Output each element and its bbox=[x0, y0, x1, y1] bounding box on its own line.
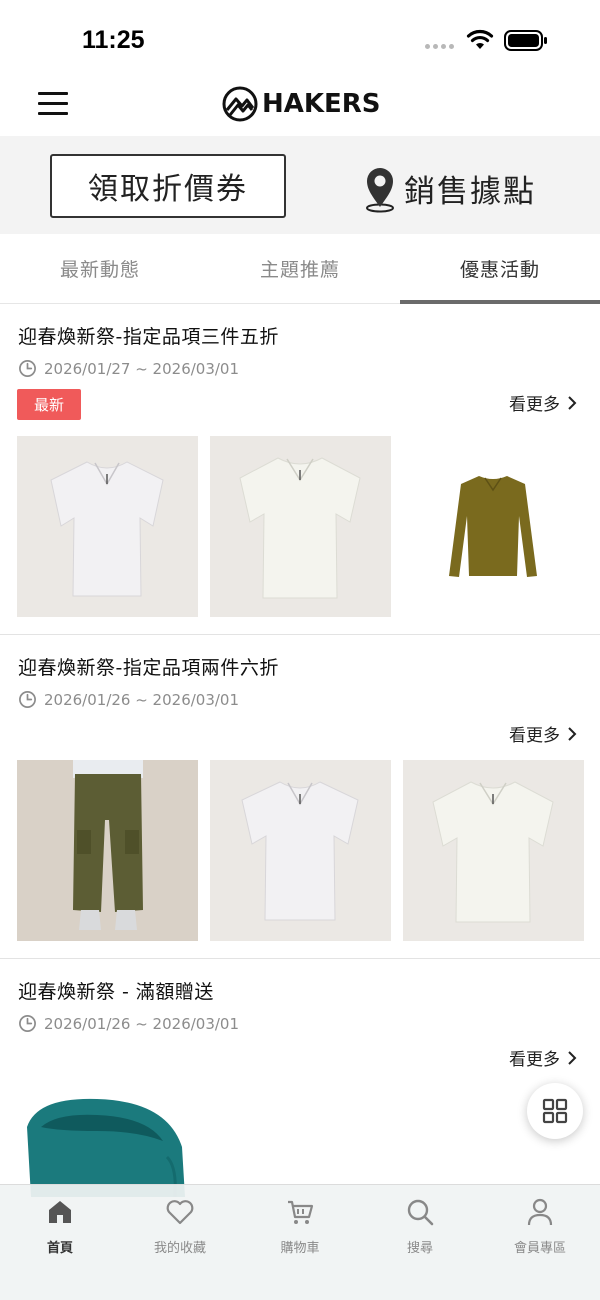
tab-latest-news[interactable]: 最新動態 bbox=[0, 234, 200, 303]
see-more-link[interactable]: 看更多 bbox=[509, 721, 578, 746]
see-more-link[interactable]: 看更多 bbox=[509, 390, 578, 415]
longsleeve-shirt-image bbox=[449, 476, 537, 577]
promotion-date-range: 2026/01/27 ~ 2026/03/01 bbox=[44, 359, 240, 378]
clock-icon bbox=[19, 360, 36, 377]
nav-search-label: 搜尋 bbox=[406, 1241, 433, 1256]
bottom-navigation: 首頁 我的收藏 購物車 搜尋 會員專區 bbox=[0, 1184, 600, 1300]
nav-cart-label: 購物車 bbox=[280, 1241, 320, 1256]
promotion-date: 2026/01/26 ~ 2026/03/01 bbox=[18, 1014, 239, 1033]
tshirt-image bbox=[50, 461, 164, 597]
grid-view-button[interactable] bbox=[527, 1083, 583, 1139]
product-olive-henley[interactable] bbox=[403, 436, 584, 617]
see-more-label: 看更多 bbox=[509, 395, 560, 415]
brand-name: HAKERS bbox=[262, 89, 381, 119]
nav-favorites[interactable]: 我的收藏 bbox=[120, 1185, 240, 1300]
see-more-label: 看更多 bbox=[509, 726, 560, 746]
chevron-right-icon bbox=[568, 1050, 577, 1065]
clock-icon bbox=[19, 691, 36, 708]
promotion-date: 2026/01/26 ~ 2026/03/01 bbox=[18, 690, 239, 709]
promotion-card[interactable]: 迎春煥新祭-指定品項三件五折 2026/01/27 ~ 2026/03/01 最… bbox=[0, 304, 600, 635]
promotion-date-range: 2026/01/26 ~ 2026/03/01 bbox=[44, 1014, 240, 1033]
new-badge: 最新 bbox=[17, 389, 81, 420]
see-more-label: 看更多 bbox=[509, 1050, 560, 1070]
signal-icon bbox=[425, 44, 454, 49]
neck-gaiter-image bbox=[27, 1098, 185, 1197]
nav-member[interactable]: 會員專區 bbox=[480, 1185, 600, 1300]
product-row bbox=[17, 1087, 198, 1197]
chevron-right-icon bbox=[568, 726, 577, 741]
location-pin-icon bbox=[366, 168, 394, 213]
promotion-date: 2026/01/27 ~ 2026/03/01 bbox=[18, 359, 239, 378]
store-locator-label: 銷售據點 bbox=[404, 173, 536, 210]
nav-search[interactable]: 搜尋 bbox=[360, 1185, 480, 1300]
nav-cart[interactable]: 購物車 bbox=[240, 1185, 360, 1300]
nav-favorites-label: 我的收藏 bbox=[153, 1241, 206, 1256]
nav-member-label: 會員專區 bbox=[513, 1241, 566, 1256]
tshirt-image bbox=[432, 781, 554, 923]
chevron-right-icon bbox=[568, 395, 577, 410]
hamburger-menu-icon[interactable] bbox=[38, 92, 68, 118]
product-white-zip-tee[interactable] bbox=[17, 436, 198, 617]
get-coupon-button[interactable]: 領取折價券 bbox=[50, 154, 286, 218]
product-ivory-zip-tee[interactable] bbox=[403, 760, 584, 941]
promotion-title: 迎春煥新祭 - 滿額贈送 bbox=[18, 981, 214, 1003]
cart-icon bbox=[288, 1200, 314, 1224]
see-more-link[interactable]: 看更多 bbox=[509, 1045, 578, 1070]
promotion-date-range: 2026/01/26 ~ 2026/03/01 bbox=[44, 690, 240, 709]
product-row bbox=[17, 760, 584, 941]
nav-home[interactable]: 首頁 bbox=[0, 1185, 120, 1300]
tab-bar: 最新動態 主題推薦 優惠活動 bbox=[0, 234, 600, 304]
user-icon bbox=[527, 1198, 553, 1226]
tab-featured-themes[interactable]: 主題推薦 bbox=[200, 234, 400, 303]
promotion-card[interactable]: 迎春煥新祭 - 滿額贈送 2026/01/26 ~ 2026/03/01 看更多 bbox=[0, 959, 600, 1197]
grid-icon bbox=[542, 1098, 568, 1124]
product-olive-cargo-pants[interactable] bbox=[17, 760, 198, 941]
tshirt-image bbox=[241, 781, 359, 921]
product-row bbox=[17, 436, 584, 617]
promotion-title: 迎春煥新祭-指定品項兩件六折 bbox=[18, 657, 279, 679]
heart-icon bbox=[166, 1200, 194, 1225]
tab-promotions[interactable]: 優惠活動 bbox=[400, 234, 600, 304]
product-teal-neck-gaiter[interactable] bbox=[17, 1087, 198, 1197]
promotion-card[interactable]: 迎春煥新祭-指定品項兩件六折 2026/01/26 ~ 2026/03/01 看… bbox=[0, 635, 600, 959]
home-icon bbox=[49, 1201, 71, 1223]
action-band: 領取折價券 銷售據點 bbox=[0, 136, 600, 234]
mountain-logo-icon bbox=[222, 86, 258, 122]
pants-image bbox=[73, 760, 143, 930]
battery-icon bbox=[504, 30, 547, 51]
wifi-icon bbox=[466, 29, 494, 49]
tshirt-image bbox=[239, 457, 361, 599]
app-header: HAKERS bbox=[0, 78, 600, 136]
store-locator-button[interactable]: 銷售據點 bbox=[362, 158, 536, 218]
nav-home-label: 首頁 bbox=[46, 1241, 73, 1256]
product-ivory-zip-tee[interactable] bbox=[210, 436, 391, 617]
promotion-title: 迎春煥新祭-指定品項三件五折 bbox=[18, 326, 279, 348]
brand[interactable]: HAKERS bbox=[222, 86, 381, 122]
clock-icon bbox=[19, 1015, 36, 1032]
product-white-zip-tee[interactable] bbox=[210, 760, 391, 941]
status-time: 11:25 bbox=[82, 26, 145, 54]
search-icon bbox=[407, 1199, 434, 1226]
status-bar: 11:25 bbox=[0, 0, 600, 78]
